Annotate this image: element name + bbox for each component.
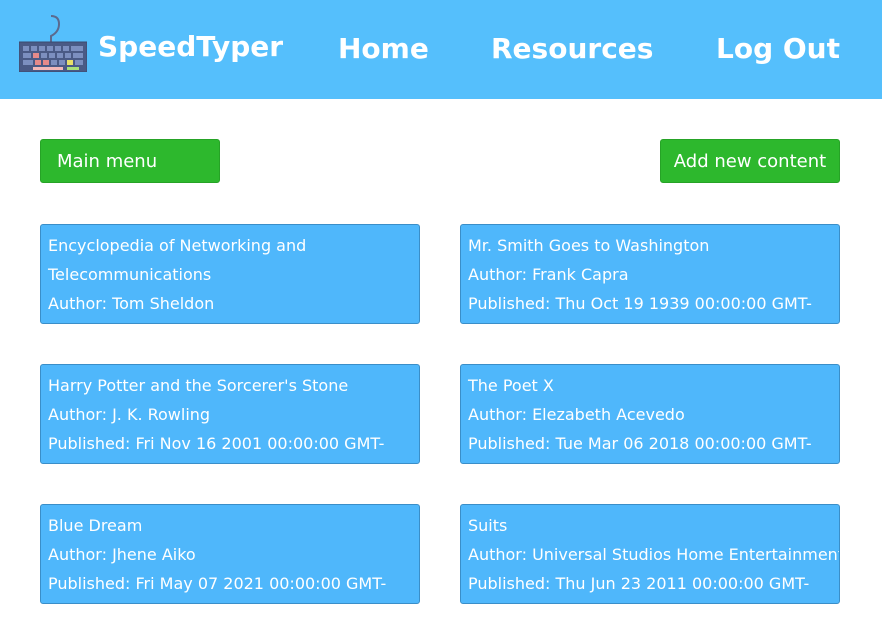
card-author: Author: Jhene Aiko [48, 545, 196, 564]
card-title: Blue Dream [48, 516, 143, 535]
card-author: Author: Universal Studios Home Entertain… [468, 545, 840, 564]
resource-card[interactable]: Suits Author: Universal Studios Home Ent… [460, 504, 840, 604]
card-title: Mr. Smith Goes to Washington [468, 236, 710, 255]
resource-card[interactable]: Encyclopedia of Networking and Telecommu… [40, 224, 420, 324]
card-author: Author: Elezabeth Acevedo [468, 405, 685, 424]
keyboard-icon[interactable] [19, 14, 87, 72]
card-published: Published: Thu Jun 23 2011 00:00:00 GMT- [468, 574, 810, 593]
card-author: Author: Tom Sheldon [48, 294, 215, 313]
header-bar: SpeedTyper Home Resources Log Out [0, 0, 882, 99]
nav-logout-link[interactable]: Log Out [716, 32, 840, 65]
resource-card[interactable]: The Poet X Author: Elezabeth Acevedo Pub… [460, 364, 840, 464]
card-published: Published: Fri May 07 2021 00:00:00 GMT- [48, 574, 387, 593]
resource-card[interactable]: Harry Potter and the Sorcerer's Stone Au… [40, 364, 420, 464]
card-published: Published: Fri Nov 16 2001 00:00:00 GMT- [48, 434, 385, 453]
card-published: Published: Thu Oct 19 1939 00:00:00 GMT- [468, 294, 812, 313]
card-title: Encyclopedia of Networking and Telecommu… [48, 236, 307, 284]
add-new-content-button[interactable]: Add new content [660, 139, 840, 183]
card-title: Harry Potter and the Sorcerer's Stone [48, 376, 349, 395]
nav-home-link[interactable]: Home [338, 32, 429, 65]
resource-card[interactable]: Blue Dream Author: Jhene Aiko Published:… [40, 504, 420, 604]
card-title: The Poet X [468, 376, 554, 395]
card-title: Suits [468, 516, 508, 535]
nav-resources-link[interactable]: Resources [491, 32, 653, 65]
card-published: Published: Tue Mar 06 2018 00:00:00 GMT- [468, 434, 812, 453]
card-author: Author: J. K. Rowling [48, 405, 211, 424]
resource-card[interactable]: Mr. Smith Goes to Washington Author: Fra… [460, 224, 840, 324]
brand-title: SpeedTyper [98, 30, 284, 63]
card-author: Author: Frank Capra [468, 265, 629, 284]
main-menu-button[interactable]: Main menu [40, 139, 220, 183]
